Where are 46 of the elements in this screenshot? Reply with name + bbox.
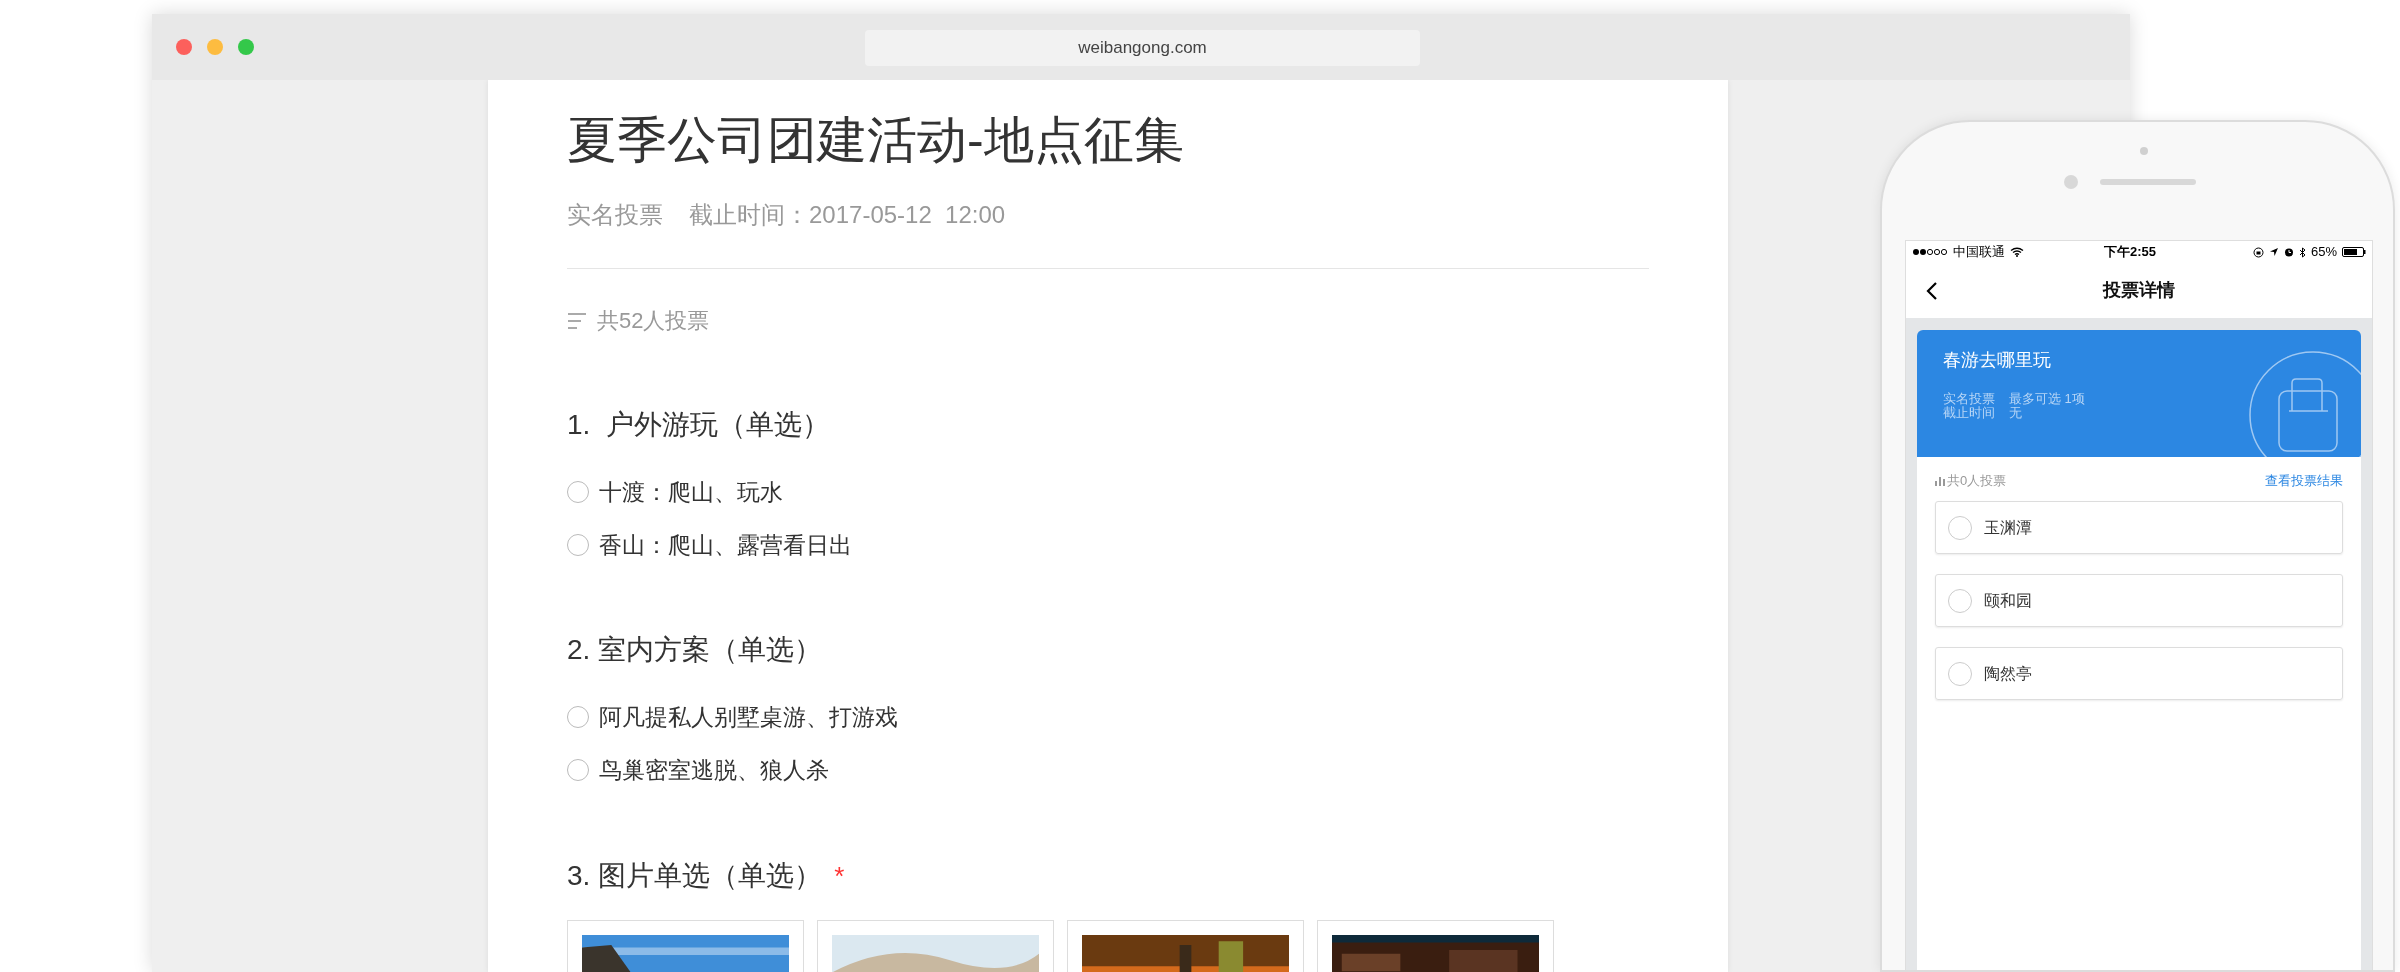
wifi-icon: [2010, 247, 2024, 257]
option-row[interactable]: 颐和园: [1935, 574, 2343, 627]
status-time: 下午2:55: [2104, 243, 2157, 262]
option-row[interactable]: 玉渊潭: [1935, 501, 2343, 554]
carrier-label: 中国联通: [1953, 243, 2005, 262]
battery-icon: [2342, 247, 2366, 257]
speaker-icon: [2100, 179, 2196, 185]
minimize-icon[interactable]: [207, 39, 223, 55]
question-title: 1. 户外游玩（单选）: [567, 409, 830, 441]
deadline-label: 截止时间：2017-05-12 12:00: [689, 200, 1006, 230]
bar-chart-icon: [1935, 476, 1945, 486]
option-label[interactable]: 香山：爬山、露营看日出: [599, 530, 852, 560]
sensor-icon: [2140, 147, 2148, 155]
option-label: 颐和园: [1984, 590, 2032, 611]
deadline-value: 无: [2009, 406, 2022, 420]
signal-icon: [1912, 248, 1948, 256]
camera-icon: [2064, 175, 2078, 189]
option-label: 陶然亭: [1984, 663, 2032, 684]
vote-type-label: 实名投票: [1943, 392, 1995, 406]
max-choice-label: 最多可选 1项: [2009, 392, 2085, 406]
location-icon: [2268, 247, 2279, 257]
deadline-label: 截止时间: [1943, 406, 1995, 420]
option-row[interactable]: 陶然亭: [1935, 647, 2343, 700]
form-title: 夏季公司团建活动-地点征集: [567, 111, 1185, 170]
option-label[interactable]: 鸟巢密室逃脱、狼人杀: [599, 755, 829, 785]
close-icon[interactable]: [176, 39, 192, 55]
rotation-lock-icon: [2252, 246, 2264, 258]
view-results-link[interactable]: 查看投票结果: [2265, 471, 2343, 491]
nav-title: 投票详情: [2103, 279, 2175, 302]
address-bar[interactable]: weibangong.com: [865, 30, 1420, 66]
card-title: 春游去哪里玩: [1943, 349, 2052, 372]
option-label: 玉渊潭: [1984, 517, 2032, 538]
ballot-box-icon: [2249, 351, 2361, 457]
back-icon[interactable]: [1926, 281, 1938, 301]
vote-count: 共52人投票: [597, 309, 710, 333]
alarm-icon: [2283, 247, 2294, 257]
maximize-icon[interactable]: [238, 39, 254, 55]
option-label[interactable]: 十渡：爬山、玩水: [599, 477, 783, 507]
option-label[interactable]: 阿凡提私人别墅桌游、打游戏: [599, 702, 898, 732]
vote-count: 共0人投票: [1947, 472, 2007, 490]
bluetooth-icon: [2298, 246, 2306, 258]
question-title: 3. 图片单选（单选） *: [567, 860, 845, 892]
vote-type-label: 实名投票: [567, 200, 663, 230]
question-title: 2. 室内方案（单选）: [567, 634, 823, 666]
list-icon: [567, 312, 587, 330]
battery-percent: 65%: [2310, 243, 2337, 262]
